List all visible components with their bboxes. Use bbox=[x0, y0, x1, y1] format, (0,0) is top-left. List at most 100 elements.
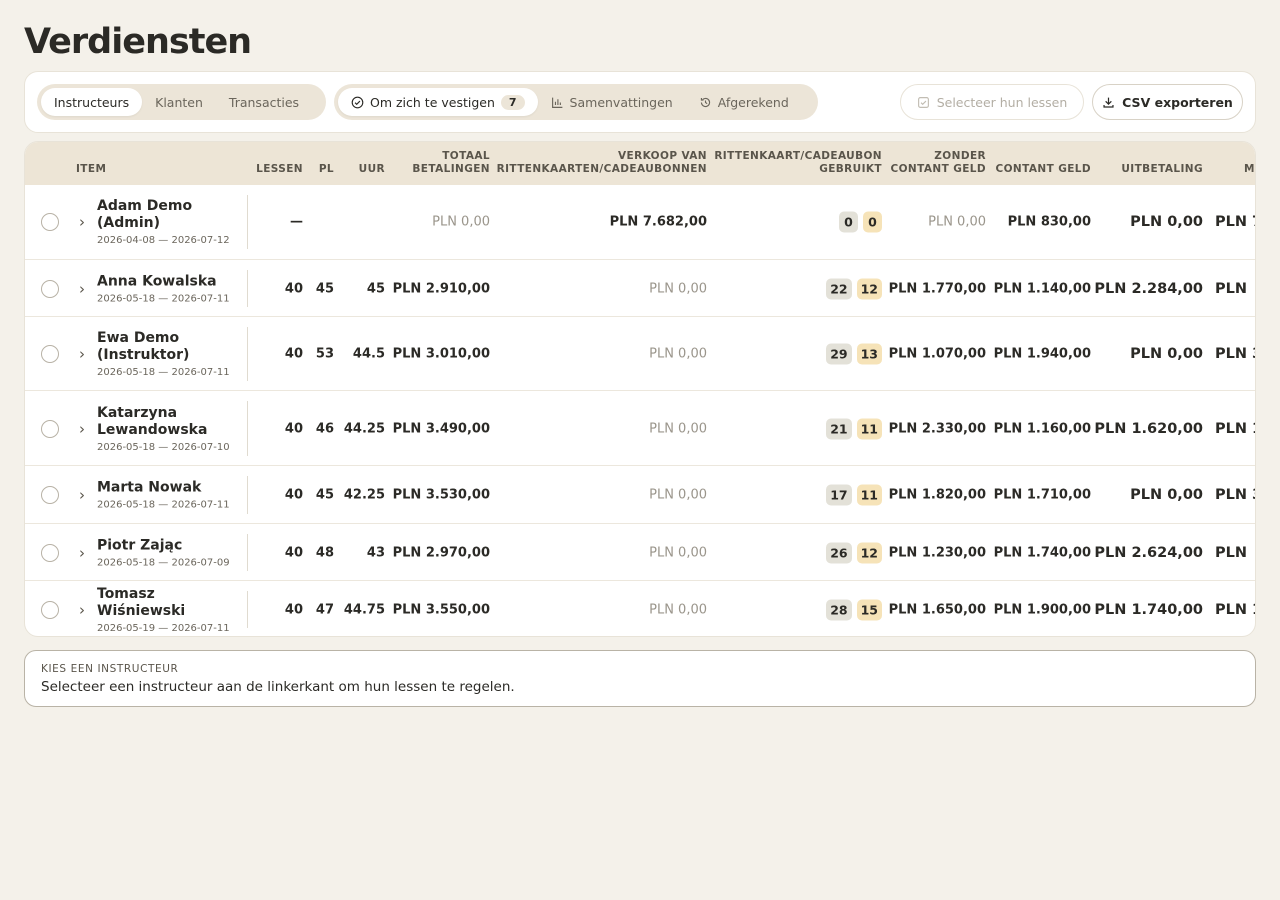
chevron-right-icon[interactable]: › bbox=[79, 601, 85, 619]
pl-value: 48 bbox=[315, 545, 334, 560]
pass-usage-badges: 17 11 bbox=[826, 484, 882, 506]
overflow-value: PLN 1 bbox=[1215, 601, 1255, 618]
table-row[interactable]: › Marta Nowak 2026-05-18 — 2026-07-11 40… bbox=[25, 465, 1255, 523]
uitbetaling-value: PLN 0,00 bbox=[1130, 487, 1203, 503]
hint-text: Selecteer een instructeur aan de linkerk… bbox=[41, 679, 515, 695]
col-zonder-line1: ZONDER bbox=[934, 150, 986, 162]
row-select-radio[interactable] bbox=[41, 279, 59, 298]
col-gebruikt[interactable]: RITTENKAART/CADEAUBON GEBRUIKT bbox=[714, 150, 882, 176]
lessen-value: 40 bbox=[284, 487, 303, 503]
date-range: 2026-05-18 — 2026-07-09 bbox=[97, 557, 230, 568]
instructor-cell: Katarzyna Lewandowska 2026-05-18 — 2026-… bbox=[97, 405, 247, 453]
hint-label: KIES EEN INSTRUCTEUR bbox=[41, 663, 179, 675]
col-contant[interactable]: CONTANT GELD bbox=[996, 163, 1092, 176]
pass-usage-badges: 21 11 bbox=[826, 418, 882, 439]
row-select-radio[interactable] bbox=[41, 543, 59, 562]
contant-value: PLN 1.140,00 bbox=[993, 281, 1091, 296]
contant-value: PLN 1.740,00 bbox=[993, 545, 1091, 560]
csv-export-button[interactable]: CSV exporteren bbox=[1092, 84, 1243, 120]
status-switcher: Om zich te vestigen 7 Samenvattingen Afg… bbox=[334, 84, 818, 120]
table-row[interactable]: › Ewa Demo (Instruktor) 2026-05-18 — 202… bbox=[25, 316, 1255, 390]
pass-count-badge: 21 bbox=[826, 418, 852, 439]
tab-label: Afgerekend bbox=[717, 94, 789, 110]
uur-value: 44.75 bbox=[343, 602, 385, 617]
chevron-right-icon[interactable]: › bbox=[79, 420, 85, 438]
pass-usage-badges: 28 15 bbox=[826, 599, 882, 620]
chevron-right-icon[interactable]: › bbox=[79, 280, 85, 298]
uur-value: 44.25 bbox=[343, 421, 385, 436]
uitbetaling-value: PLN 2.284,00 bbox=[1094, 280, 1203, 297]
bar-chart-icon bbox=[551, 97, 562, 108]
tab-instructeurs[interactable]: Instructeurs bbox=[41, 88, 143, 116]
instructor-cell: Piotr Zając 2026-05-18 — 2026-07-09 bbox=[97, 537, 247, 568]
lessen-value: 40 bbox=[284, 281, 303, 296]
column-divider bbox=[247, 401, 248, 456]
lessen-value: 40 bbox=[284, 545, 303, 560]
tab-samenvattingen[interactable]: Samenvattingen bbox=[538, 88, 686, 116]
row-select-radio[interactable] bbox=[41, 345, 59, 363]
column-divider bbox=[247, 534, 248, 571]
select-lessons-button[interactable]: Selecteer hun lessen bbox=[900, 84, 1084, 120]
col-uitbetaling[interactable]: UITBETALING bbox=[1121, 163, 1203, 176]
uitbetaling-value: PLN 1.740,00 bbox=[1094, 601, 1203, 618]
col-verkoop-line2: RITTENKAARTEN/CADEAUBONNEN bbox=[496, 163, 707, 175]
table-row[interactable]: › Piotr Zając 2026-05-18 — 2026-07-09 40… bbox=[25, 523, 1255, 580]
row-select-radio[interactable] bbox=[41, 600, 59, 619]
col-gebruikt-line2: GEBRUIKT bbox=[819, 163, 882, 175]
totaal-value: PLN 2.970,00 bbox=[392, 545, 490, 560]
contant-value: PLN 1.710,00 bbox=[993, 487, 1091, 503]
row-select-radio[interactable] bbox=[41, 486, 59, 504]
zonder-contant-value: PLN 2.330,00 bbox=[888, 421, 986, 436]
col-uur[interactable]: UUR bbox=[359, 163, 385, 176]
totaal-value: PLN 3.530,00 bbox=[392, 487, 490, 503]
table-row[interactable]: › Anna Kowalska 2026-05-18 — 2026-07-11 … bbox=[25, 259, 1255, 316]
tab-transacties[interactable]: Transacties bbox=[216, 88, 312, 116]
chevron-right-icon[interactable]: › bbox=[79, 213, 85, 231]
verkoop-value: PLN 0,00 bbox=[649, 281, 707, 296]
col-zonder-line2: CONTANT GELD bbox=[890, 163, 986, 175]
col-verkoop[interactable]: VERKOOP VAN RITTENKAARTEN/CADEAUBONNEN bbox=[497, 150, 707, 176]
chevron-right-icon[interactable]: › bbox=[79, 544, 85, 562]
col-totaal-line2: BETALINGEN bbox=[412, 163, 490, 175]
table-row[interactable]: › Adam Demo (Admin) 2026-04-08 — 2026-07… bbox=[25, 185, 1255, 259]
uur-value: 44.5 bbox=[352, 346, 385, 362]
instructor-name: Marta Nowak bbox=[97, 479, 202, 496]
col-pl[interactable]: PL bbox=[319, 163, 334, 176]
tab-om-zich-te-vestigen[interactable]: Om zich te vestigen 7 bbox=[338, 88, 538, 116]
col-zonder-contant[interactable]: ZONDER CONTANT GELD bbox=[891, 150, 987, 176]
lessen-value: 40 bbox=[284, 346, 303, 362]
instructor-cell: Ewa Demo (Instruktor) 2026-05-18 — 2026-… bbox=[97, 330, 247, 378]
zonder-contant-value: PLN 1.070,00 bbox=[888, 346, 986, 362]
contant-value: PLN 1.940,00 bbox=[993, 346, 1091, 362]
uitbetaling-value: PLN 1.620,00 bbox=[1094, 420, 1203, 437]
pass-usage-badges: 26 12 bbox=[826, 542, 882, 563]
pass-usage-badges: 0 0 bbox=[839, 211, 882, 233]
tab-klanten[interactable]: Klanten bbox=[142, 88, 216, 116]
col-totaal[interactable]: TOTAAL BETALINGEN bbox=[412, 150, 490, 176]
tab-afgerekend[interactable]: Afgerekend bbox=[686, 88, 802, 116]
row-select-radio[interactable] bbox=[41, 419, 59, 438]
zonder-contant-value: PLN 1.820,00 bbox=[888, 487, 986, 503]
earnings-table: ITEM LESSEN PL UUR TOTAAL BETALINGEN VER… bbox=[24, 141, 1256, 637]
instructor-cell: Anna Kowalska 2026-05-18 — 2026-07-11 bbox=[97, 273, 247, 304]
table-header: ITEM LESSEN PL UUR TOTAAL BETALINGEN VER… bbox=[25, 142, 1255, 185]
instructor-name: Anna Kowalska bbox=[97, 273, 217, 289]
instructor-name: Ewa Demo (Instruktor) bbox=[97, 330, 190, 363]
chevron-right-icon[interactable]: › bbox=[79, 345, 85, 363]
col-item[interactable]: ITEM bbox=[76, 163, 106, 176]
pass-usage-badges: 22 12 bbox=[826, 278, 882, 299]
csv-export-label: CSV exporteren bbox=[1122, 94, 1233, 110]
row-select-radio[interactable] bbox=[41, 213, 59, 231]
chevron-right-icon[interactable]: › bbox=[79, 486, 85, 504]
col-lessen[interactable]: LESSEN bbox=[256, 163, 303, 176]
pl-value: 45 bbox=[315, 281, 334, 296]
col-more[interactable]: M bbox=[1244, 163, 1255, 176]
instructor-cell: Adam Demo (Admin) 2026-04-08 — 2026-07-1… bbox=[97, 198, 247, 246]
instructor-cell: Tomasz Wiśniewski 2026-05-19 — 2026-07-1… bbox=[97, 586, 247, 634]
verkoop-value: PLN 0,00 bbox=[649, 602, 707, 617]
pl-value: 46 bbox=[315, 421, 334, 436]
verkoop-value: PLN 0,00 bbox=[649, 421, 707, 436]
table-row[interactable]: › Katarzyna Lewandowska 2026-05-18 — 202… bbox=[25, 390, 1255, 465]
table-row[interactable]: › Tomasz Wiśniewski 2026-05-19 — 2026-07… bbox=[25, 580, 1255, 636]
uur-value: 42.25 bbox=[343, 487, 385, 503]
